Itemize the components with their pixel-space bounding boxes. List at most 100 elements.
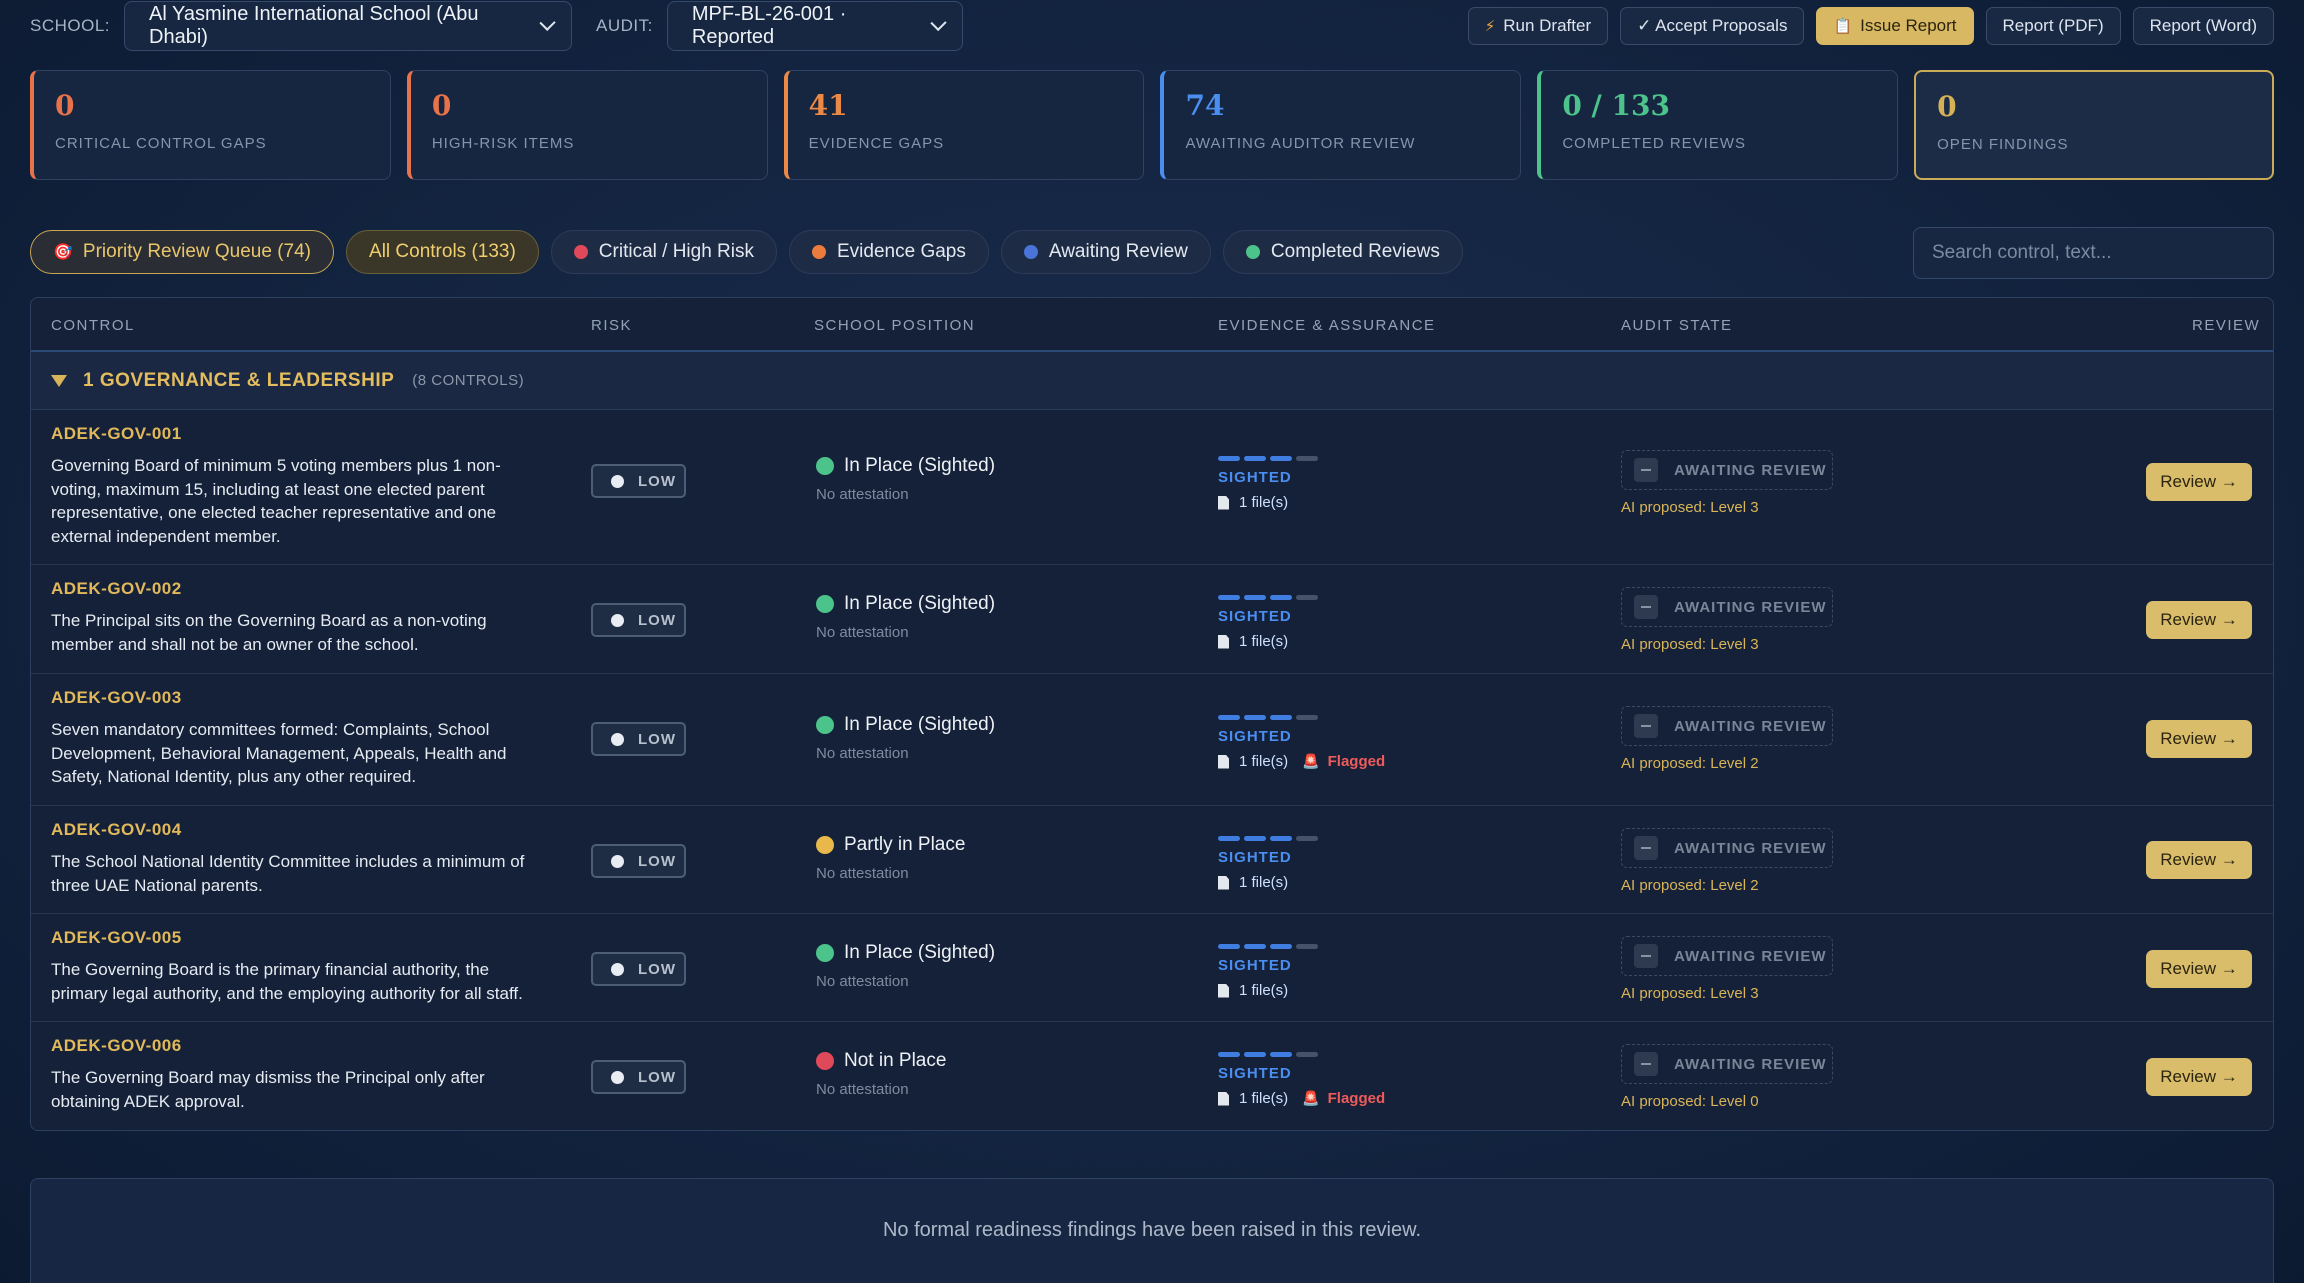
ai-proposal: AI proposed: Level 3	[1621, 636, 1759, 653]
target-icon: 🎯	[53, 244, 73, 261]
issue-report-button[interactable]: 📋 Issue Report	[1816, 7, 1974, 45]
control-text-line: voting, maximum 15, including at least o…	[51, 479, 485, 499]
file-count-link[interactable]: 1 file(s)	[1239, 874, 1288, 891]
document-icon	[1218, 875, 1229, 890]
stat-caption: CRITICAL CONTROL GAPS	[55, 135, 267, 152]
control-id: ADEK-GOV-006	[51, 1036, 182, 1055]
file-count-link[interactable]: 1 file(s)	[1239, 633, 1288, 650]
audit-state-label: AWAITING REVIEW	[1674, 717, 1827, 735]
filter-all-controls[interactable]: All Controls (133)	[346, 230, 539, 274]
clipboard-icon: 📋	[1833, 18, 1853, 35]
green-status-dot-icon	[816, 595, 834, 613]
table-row: ADEK-GOV-002 The Principal sits on the G…	[31, 565, 2273, 674]
attestation-text: No attestation	[816, 745, 909, 762]
school-label: SCHOOL:	[30, 16, 111, 35]
evidence-status: SIGHTED	[1218, 1065, 1292, 1082]
risk-label: LOW	[638, 852, 676, 870]
control-text: Seven mandatory committees formed: Compl…	[51, 718, 551, 789]
audit-select[interactable]: MPF-BL-26-001 · Reported	[666, 1, 963, 51]
ai-proposal: AI proposed: Level 2	[1621, 877, 1759, 894]
school-position: Partly in Place No attestation	[816, 834, 965, 882]
stat-value: 0 / 133	[1562, 89, 1670, 122]
stat-value: 0	[55, 89, 75, 122]
ai-proposal: AI proposed: Level 0	[1621, 1093, 1759, 1110]
green-status-dot-icon	[816, 457, 834, 475]
control-text: Governing Board of minimum 5 voting memb…	[51, 454, 551, 548]
file-count-link[interactable]: 1 file(s)	[1239, 982, 1288, 999]
stat-caption: HIGH-RISK ITEMS	[431, 135, 575, 152]
risk-badge: LOW	[591, 603, 686, 637]
review-button[interactable]: Review →	[2146, 950, 2252, 988]
table-row: ADEK-GOV-001 Governing Board of minimum …	[31, 410, 2273, 565]
school-select[interactable]: Al Yasmine International School (Abu Dha…	[124, 1, 573, 51]
audit-state-label: AWAITING REVIEW	[1674, 598, 1827, 616]
risk-label: LOW	[638, 1068, 676, 1086]
filter-priority-queue[interactable]: 🎯 Priority Review Queue (74)	[30, 230, 335, 274]
file-count-link[interactable]: 1 file(s)	[1239, 494, 1288, 511]
ai-proposal: AI proposed: Level 3	[1621, 499, 1759, 516]
minus-icon	[1634, 836, 1658, 860]
issue-report-label: Issue Report	[1860, 16, 1957, 35]
report-word-button[interactable]: Report (Word)	[2132, 7, 2274, 45]
review-button[interactable]: Review →	[2146, 841, 2252, 879]
control-text-line: The Governing Board may dismiss the Prin…	[51, 1068, 485, 1087]
header-control: CONTROL	[51, 317, 135, 334]
audit-state: AWAITING REVIEW AI proposed: Level 3	[1621, 450, 1833, 516]
evidence-status: SIGHTED	[1218, 728, 1292, 745]
evidence-assurance: SIGHTED 1 file(s)	[1218, 944, 1318, 999]
evidence-assurance: SIGHTED 1 file(s) 🚨 Flagged	[1218, 1052, 1385, 1107]
risk-label: LOW	[638, 960, 676, 978]
accept-proposals-button[interactable]: ✓ Accept Proposals	[1620, 7, 1805, 45]
file-count-link[interactable]: 1 file(s)	[1239, 753, 1288, 770]
risk-dot-icon	[611, 613, 624, 627]
lightning-icon: ⚡	[1484, 18, 1496, 35]
filter-awaiting-review[interactable]: Awaiting Review	[1000, 230, 1211, 274]
control-text: The Governing Board is the primary finan…	[51, 958, 551, 1005]
search-input[interactable]	[1913, 227, 2274, 279]
audit-state-badge: AWAITING REVIEW	[1621, 828, 1833, 868]
evidence-assurance: SIGHTED 1 file(s)	[1218, 595, 1318, 650]
ai-proposal: AI proposed: Level 3	[1621, 985, 1759, 1002]
position-label: Partly in Place	[844, 834, 966, 855]
header-review: REVIEW	[2192, 317, 2261, 334]
evidence-level-bars	[1218, 836, 1318, 841]
collapse-triangle-icon[interactable]	[51, 374, 67, 387]
report-pdf-label: Report (PDF)	[2002, 16, 2104, 35]
control-id: ADEK-GOV-005	[51, 928, 182, 947]
red-dot-icon	[573, 245, 588, 259]
control-id: ADEK-GOV-003	[51, 688, 182, 707]
filter-critical-high-risk[interactable]: Critical / High Risk	[550, 230, 777, 274]
control-text-line: member and shall not be an owner of the …	[51, 634, 419, 654]
risk-dot-icon	[611, 1070, 624, 1084]
control-text-line: primary legal authority, and the employi…	[51, 983, 523, 1003]
report-word-label: Report (Word)	[2149, 16, 2257, 35]
run-drafter-button[interactable]: ⚡ Run Drafter	[1467, 7, 1609, 45]
controls-table: CONTROL RISK SCHOOL POSITION EVIDENCE & …	[30, 297, 2274, 1131]
review-button[interactable]: Review →	[2146, 1058, 2252, 1096]
audit-state-label: AWAITING REVIEW	[1674, 1055, 1827, 1073]
attestation-text: No attestation	[816, 973, 909, 990]
school-position: In Place (Sighted) No attestation	[816, 942, 995, 990]
filter-evidence-gaps[interactable]: Evidence Gaps	[789, 230, 989, 274]
document-icon	[1218, 983, 1229, 998]
review-button[interactable]: Review →	[2146, 720, 2252, 758]
report-pdf-button[interactable]: Report (PDF)	[1985, 7, 2121, 45]
control-id: ADEK-GOV-002	[51, 579, 182, 598]
review-button[interactable]: Review →	[2146, 463, 2252, 501]
green-status-dot-icon	[816, 716, 834, 734]
risk-badge: LOW	[591, 1060, 686, 1094]
filter-label: Evidence Gaps	[837, 241, 966, 262]
filter-completed-reviews[interactable]: Completed Reviews	[1222, 230, 1463, 274]
file-count-link[interactable]: 1 file(s)	[1239, 1090, 1288, 1107]
group-governance-leadership[interactable]: 1 GOVERNANCE & LEADERSHIP (8 CONTROLS)	[31, 352, 2273, 410]
findings-empty-message: No formal readiness findings have been r…	[882, 1219, 1422, 1241]
attestation-text: No attestation	[816, 1081, 909, 1098]
school-select-value: Al Yasmine International School (Abu Dha…	[149, 3, 479, 48]
filter-label: Awaiting Review	[1048, 241, 1188, 262]
review-button[interactable]: Review →	[2146, 601, 2252, 639]
flag-label: Flagged	[1327, 1090, 1386, 1107]
audit-state-label: AWAITING REVIEW	[1674, 947, 1827, 965]
attestation-text: No attestation	[816, 486, 909, 503]
document-icon	[1218, 1091, 1229, 1106]
risk-dot-icon	[611, 732, 624, 746]
